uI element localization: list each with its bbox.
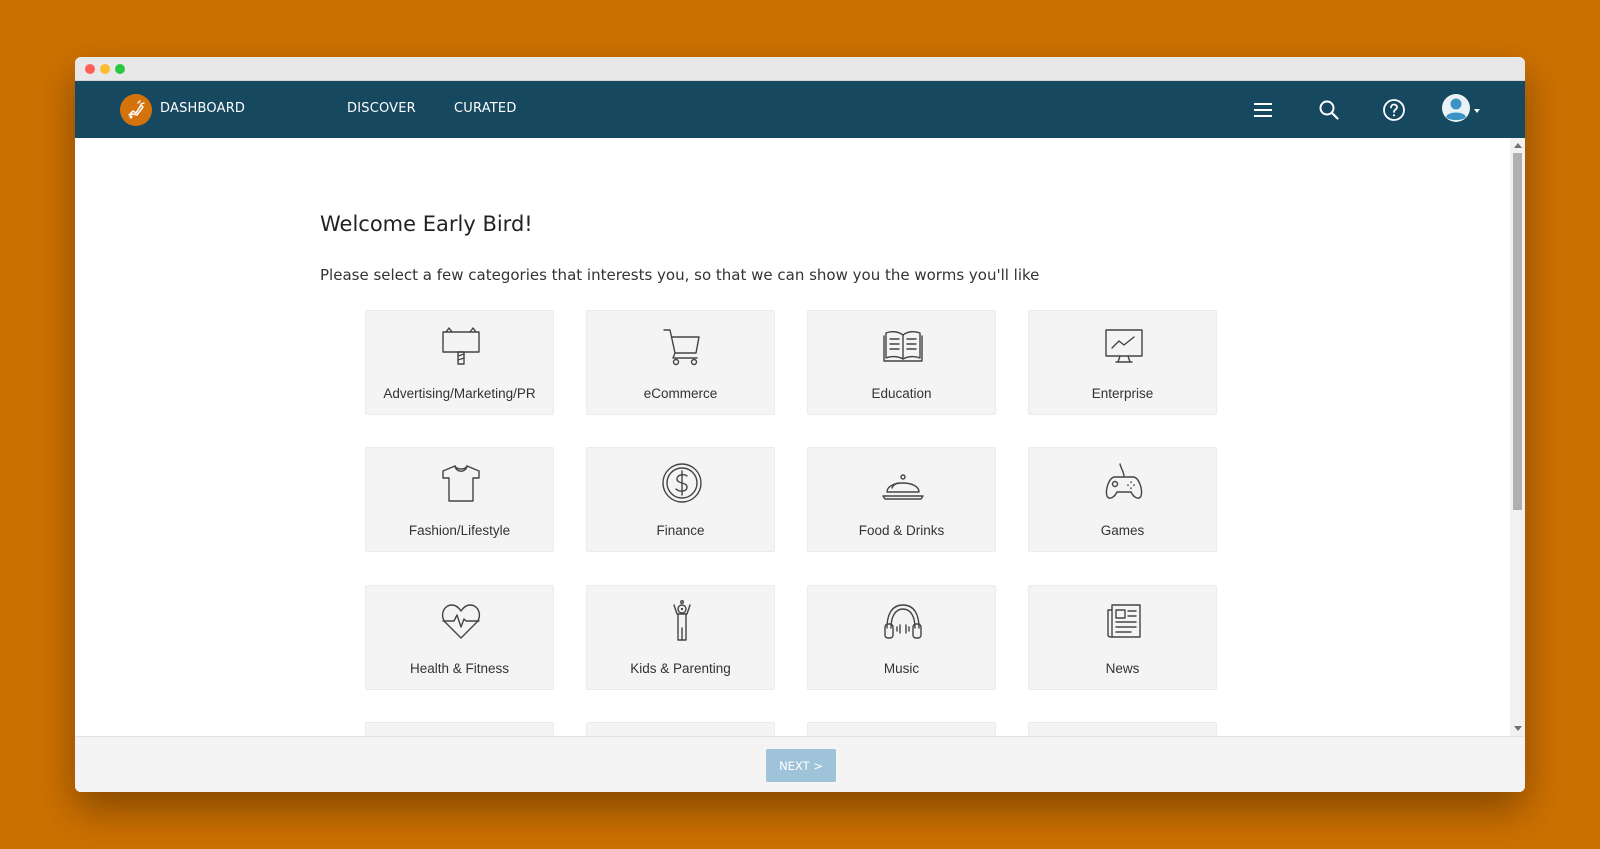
category-card-enterprise[interactable]: Enterprise [1028,310,1217,415]
category-label: Education [871,386,932,401]
page-subtitle: Please select a few categories that inte… [320,266,1040,284]
newspaper-icon [1107,604,1141,638]
category-card-news[interactable]: News [1028,585,1217,690]
scroll-down-arrow-icon[interactable] [1514,726,1522,731]
category-card-partial[interactable] [1028,722,1217,736]
category-card-advertising[interactable]: Advertising/Marketing/PR [365,310,554,415]
category-label: eCommerce [643,386,718,401]
child-icon [673,600,691,641]
vertical-scrollbar[interactable] [1510,138,1525,736]
dollar-coin-icon [662,463,702,503]
category-card-health[interactable]: Health & Fitness [365,585,554,690]
category-card-fashion[interactable]: Fashion/Lifestyle [365,447,554,552]
category-label: Finance [656,523,705,538]
category-card-ecommerce[interactable]: eCommerce [586,310,775,415]
maximize-window-button[interactable] [115,64,125,74]
category-label: Kids & Parenting [630,661,731,676]
minimize-window-button[interactable] [100,64,110,74]
brand-logo-icon[interactable] [120,94,152,126]
browser-window: DASHBOARD DISCOVER CURATED Welcome Early… [75,57,1525,792]
presentation-chart-icon [1105,329,1143,363]
window-titlebar [75,57,1525,81]
shopping-cart-icon [663,329,700,366]
category-card-education[interactable]: Education [807,310,996,415]
category-card-games[interactable]: Games [1028,447,1217,552]
tshirt-icon [442,465,480,502]
food-cloche-icon [882,474,924,500]
nav-dashboard-link[interactable]: DASHBOARD [160,101,245,116]
category-label: Games [1100,523,1145,538]
category-label: Music [883,661,920,676]
nav-curated-link[interactable]: CURATED [454,101,517,116]
close-window-button[interactable] [85,64,95,74]
scrollbar-thumb[interactable] [1513,153,1522,510]
menu-icon[interactable] [1248,95,1278,125]
category-card-partial[interactable] [807,722,996,736]
open-book-icon [883,330,923,362]
category-card-partial[interactable] [365,722,554,736]
search-icon[interactable] [1314,95,1344,125]
category-card-food[interactable]: Food & Drinks [807,447,996,552]
category-card-partial[interactable] [586,722,775,736]
category-label: Health & Fitness [409,661,510,676]
heartbeat-icon [441,604,481,639]
next-button[interactable]: NEXT > [766,749,836,782]
category-label: Advertising/Marketing/PR [383,386,536,401]
top-navbar: DASHBOARD DISCOVER CURATED [75,81,1525,138]
category-label: News [1105,661,1140,676]
footer-bar: NEXT > [75,736,1525,792]
main-content: Welcome Early Bird! Please select a few … [75,138,1510,736]
help-icon[interactable] [1379,95,1409,125]
scroll-up-arrow-icon[interactable] [1514,143,1522,148]
category-card-kids[interactable]: Kids & Parenting [586,585,775,690]
category-label: Fashion/Lifestyle [408,523,511,538]
category-label: Enterprise [1091,386,1154,401]
headphones-icon [884,604,922,639]
nav-discover-link[interactable]: DISCOVER [347,101,416,116]
signboard-icon [442,327,480,365]
category-label: Food & Drinks [858,523,945,538]
category-card-finance[interactable]: Finance [586,447,775,552]
user-menu[interactable] [1441,93,1485,127]
page-title: Welcome Early Bird! [320,212,533,236]
category-card-music[interactable]: Music [807,585,996,690]
gamepad-icon [1105,463,1143,499]
